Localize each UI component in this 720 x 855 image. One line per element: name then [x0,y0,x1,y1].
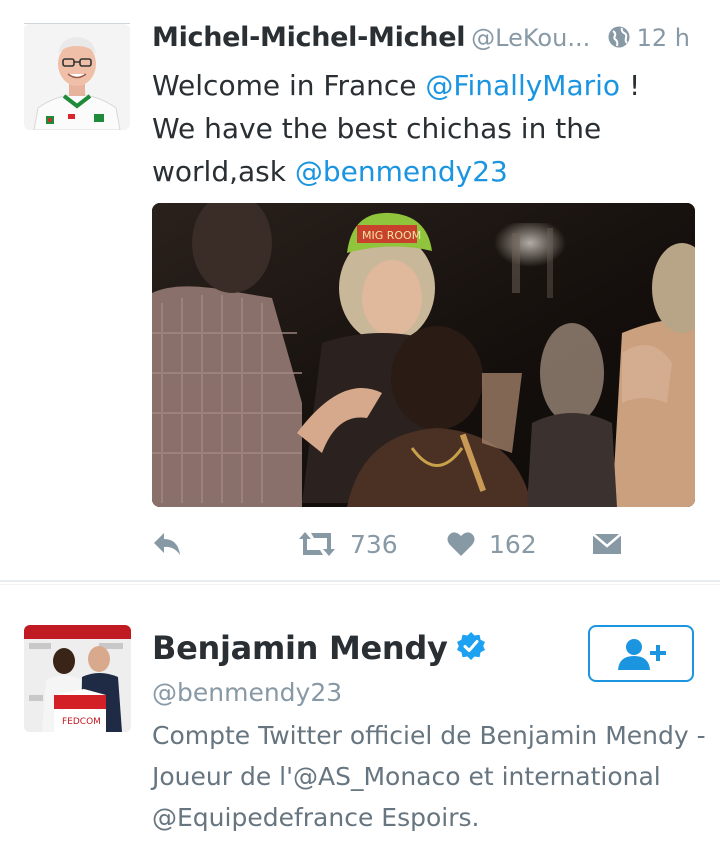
like-button[interactable]: 162 [447,522,537,566]
tweet-text-line3a: world,ask [152,155,295,188]
tweet[interactable]: Michel-Michel-Michel @LeKou... 12 h Welco… [0,0,720,580]
bio-line2a: Joueur de l' [152,762,293,791]
reply-icon [154,533,180,555]
user-bio: Compte Twitter officiel de Benjamin Mend… [152,715,712,838]
retweet-button[interactable]: 736 [298,522,398,566]
tweet-text-line1a: Welcome in France [152,69,426,102]
heart-icon [447,532,475,556]
author-avatar[interactable] [24,24,130,130]
tweet-text-line1b: ! [620,69,641,102]
tweet-media-photo[interactable]: MIG ROOM [152,203,695,507]
bio-line1: Compte Twitter officiel de Benjamin Mend… [152,721,706,750]
user-handle[interactable]: @benmendy23 [152,678,342,707]
user-avatar[interactable]: FEDCOM [24,625,131,732]
tweet-text-line2: We have the best chichas in the [152,112,602,145]
reply-button[interactable] [152,522,182,566]
user-display-name: Benjamin Mendy [152,629,448,667]
user-card[interactable]: FEDCOM Benjamin Mendy @benmendy23 Compte… [0,585,720,855]
tweet-text: Welcome in France @FinallyMario ! We hav… [152,64,702,193]
envelope-icon [592,533,622,554]
divider [0,580,720,582]
avatar-shirt-text: FEDCOM [62,717,101,727]
retweet-icon [299,532,335,556]
follow-button[interactable] [588,625,694,682]
bio-line2b: et international [460,762,661,791]
verified-badge-icon [456,632,485,660]
user-name[interactable]: Benjamin Mendy [152,629,486,667]
bio-mention[interactable]: @Equipedefrance [152,803,373,832]
follow-user-icon [618,638,666,670]
user-avatar-image: FEDCOM [24,625,131,732]
tweet-time: 12 h [636,24,690,52]
direct-message-button[interactable] [592,522,622,566]
like-count: 162 [489,529,537,559]
bio-line3b: Espoirs. [373,803,480,832]
author-handle[interactable]: @LeKou... [471,24,590,52]
tweet-header: Michel-Michel-Michel @LeKou... 12 h [152,22,712,62]
author-name[interactable]: Michel-Michel-Michel [152,22,465,53]
retweet-count: 736 [350,529,398,559]
mention-link[interactable]: @benmendy23 [295,155,508,188]
tweet-actions: 736 162 [152,522,712,566]
globe-icon [608,26,630,48]
mention-link[interactable]: @FinallyMario [425,69,620,102]
photo-image: MIG ROOM [152,203,695,507]
bio-mention[interactable]: @AS_Monaco [293,762,461,791]
author-avatar-image [24,24,130,130]
cap-text: MIG ROOM [362,229,421,242]
tweet-timestamp[interactable]: 12 h [607,24,690,52]
